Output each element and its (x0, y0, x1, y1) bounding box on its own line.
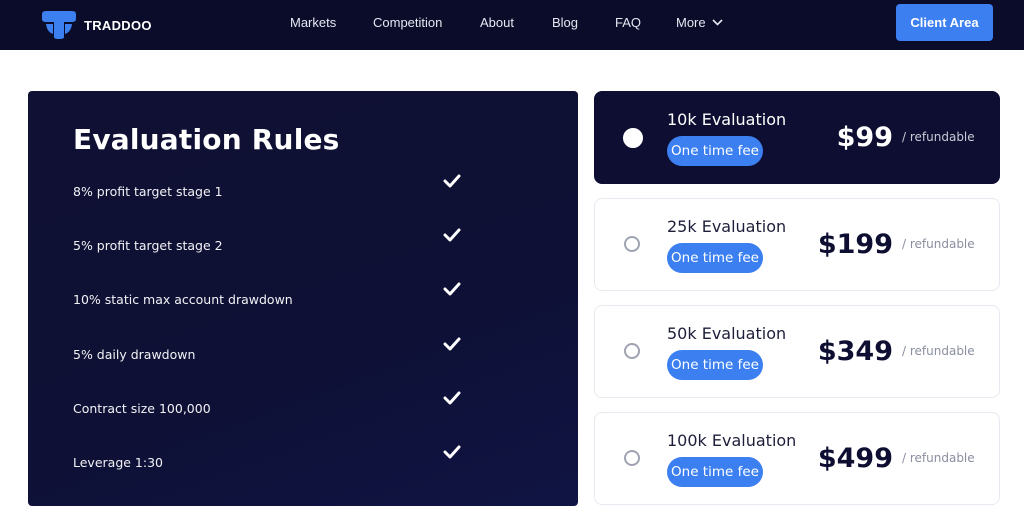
traddoo-logo-icon (42, 11, 76, 39)
rule-label: Contract size 100,000 (73, 401, 211, 416)
rule-label: 10% static max account drawdown (73, 292, 293, 307)
plan-name: 50k Evaluation (667, 324, 787, 343)
fee-badge: One time fee (667, 350, 763, 380)
plan-radio[interactable] (624, 343, 640, 359)
plan-card-100k[interactable]: 100k Evaluation One time fee $499 / refu… (594, 412, 1000, 505)
brand-logo[interactable]: TRADDOO (40, 10, 152, 40)
rule-item: 5% profit target stage 2 (73, 228, 473, 257)
check-icon (443, 228, 461, 242)
nav-markets[interactable]: Markets (290, 15, 336, 30)
check-icon (443, 391, 461, 405)
check-icon (443, 282, 461, 296)
rule-item: 10% static max account drawdown (73, 282, 473, 311)
plan-price: $99 (836, 122, 893, 153)
plan-radio[interactable] (623, 128, 643, 148)
fee-badge: One time fee (667, 457, 763, 487)
nav-about[interactable]: About (480, 15, 514, 30)
rules-title: Evaluation Rules (73, 123, 340, 156)
rule-item: Contract size 100,000 (73, 391, 473, 420)
rule-label: 5% profit target stage 2 (73, 238, 223, 253)
rule-item: 8% profit target stage 1 (73, 174, 473, 203)
refundable-note: / refundable (902, 344, 975, 358)
check-icon (443, 445, 461, 459)
rule-label: 5% daily drawdown (73, 347, 196, 362)
rule-label: 8% profit target stage 1 (73, 184, 223, 199)
client-area-button[interactable]: Client Area (896, 4, 993, 41)
rule-item: Leverage 1:30 (73, 445, 473, 474)
check-icon (443, 174, 461, 188)
plan-card-25k[interactable]: 25k Evaluation One time fee $199 / refun… (594, 198, 1000, 291)
plan-card-10k[interactable]: 10k Evaluation One time fee $99 / refund… (594, 91, 1000, 184)
brand-name: TRADDOO (84, 17, 152, 33)
nav-more-dropdown[interactable]: More (676, 15, 723, 30)
plan-radio[interactable] (624, 236, 640, 252)
plan-price: $499 (817, 443, 893, 474)
refundable-note: / refundable (902, 130, 975, 144)
rule-item: 5% daily drawdown (73, 337, 473, 366)
fee-badge: One time fee (667, 136, 763, 166)
plan-radio[interactable] (624, 450, 640, 466)
chevron-down-icon (712, 19, 723, 26)
nav-blog[interactable]: Blog (552, 15, 578, 30)
rule-label: Leverage 1:30 (73, 455, 163, 470)
plan-name: 10k Evaluation (667, 110, 787, 129)
plan-price: $349 (817, 336, 893, 367)
evaluation-rules-panel: Evaluation Rules 8% profit target stage … (28, 91, 578, 506)
nav-competition[interactable]: Competition (373, 15, 442, 30)
refundable-note: / refundable (902, 237, 975, 251)
plan-name: 100k Evaluation (667, 431, 797, 450)
refundable-note: / refundable (902, 451, 975, 465)
plan-card-50k[interactable]: 50k Evaluation One time fee $349 / refun… (594, 305, 1000, 398)
nav-faq[interactable]: FAQ (615, 15, 641, 30)
check-icon (443, 337, 461, 351)
plan-name: 25k Evaluation (667, 217, 787, 236)
top-navbar: TRADDOO Markets Competition About Blog F… (0, 0, 1024, 50)
fee-badge: One time fee (667, 243, 763, 273)
nav-more-label: More (676, 15, 706, 30)
plan-price: $199 (817, 229, 893, 260)
